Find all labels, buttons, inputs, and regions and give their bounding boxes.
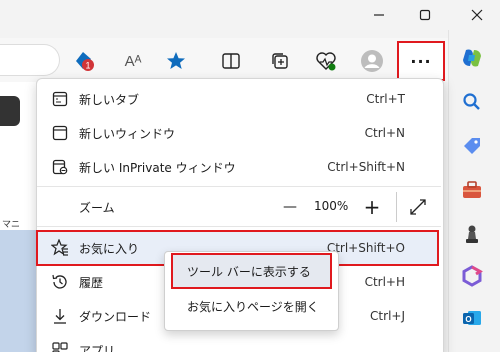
search-icon: [463, 93, 480, 110]
games-button[interactable]: [458, 220, 486, 248]
page-text-fragment: マニ: [2, 220, 21, 230]
menu-item-label: 履歴: [79, 275, 104, 290]
outlook-button[interactable]: O: [458, 304, 486, 332]
shopping-tag-icon: [464, 138, 480, 154]
badge-count: 1: [85, 61, 90, 71]
collections-icon: [272, 53, 288, 69]
menu-item-shortcut: Ctrl+N: [364, 126, 405, 140]
fullscreen-icon: [410, 199, 426, 215]
submenu-item-open-favorites-page[interactable]: お気に入りページを開く: [187, 298, 319, 315]
new-tab-icon: [49, 88, 71, 110]
microsoft365-icon: [462, 265, 483, 287]
menu-item-new-tab[interactable]: 新しいタブ Ctrl+T: [37, 82, 441, 116]
read-aloud-icon: Aᴬ: [124, 52, 142, 70]
menu-item-shortcut: Ctrl+T: [366, 92, 405, 106]
fullscreen-button[interactable]: [407, 196, 429, 218]
copilot-button[interactable]: [458, 44, 486, 72]
profile-button[interactable]: [359, 48, 385, 74]
menu-item-label: お気に入り: [79, 241, 140, 256]
new-window-icon: [49, 122, 71, 144]
games-icon: [466, 225, 478, 243]
menu-item-shortcut: Ctrl+H: [364, 275, 405, 289]
tools-button[interactable]: [458, 176, 486, 204]
title-bar: [0, 0, 500, 30]
microsoft365-button[interactable]: [458, 262, 486, 290]
zoom-in-button[interactable]: +: [362, 195, 382, 219]
menu-divider: [37, 186, 441, 187]
collections-button[interactable]: [267, 48, 293, 74]
page-banner: [0, 230, 36, 352]
menu-divider: [37, 226, 441, 227]
split-screen-icon: [222, 53, 240, 69]
menu-item-new-window[interactable]: 新しいウィンドウ Ctrl+N: [37, 116, 441, 150]
read-aloud-button[interactable]: Aᴬ: [120, 48, 146, 74]
profile-avatar-icon: [361, 50, 383, 72]
minimize-button[interactable]: [356, 0, 402, 30]
zoom-in-icon: +: [363, 195, 381, 219]
shopping-button[interactable]: [458, 132, 486, 160]
menu-item-label: ダウンロード: [79, 309, 152, 324]
extension-badge-icon: 1: [76, 52, 94, 71]
close-button[interactable]: [454, 0, 500, 30]
split-screen-button[interactable]: [218, 48, 244, 74]
favorite-star-icon: [167, 52, 185, 69]
menu-item-label: 新しい InPrivate ウィンドウ: [79, 160, 236, 175]
favorite-this-page-button[interactable]: [163, 48, 189, 74]
download-icon: [49, 305, 71, 327]
menu-item-label: アプリ: [79, 343, 116, 352]
zoom-out-button[interactable]: —: [280, 197, 300, 217]
sidebar-search-button[interactable]: [458, 88, 486, 116]
favorites-icon: [49, 237, 71, 259]
browser-essentials-button[interactable]: [313, 48, 339, 74]
minimize-icon: [374, 14, 384, 16]
address-bar[interactable]: [0, 44, 60, 76]
close-icon: [471, 9, 483, 21]
more-options-icon: ···: [410, 51, 432, 71]
maximize-button[interactable]: [402, 0, 448, 30]
zoom-label: ズーム: [79, 200, 115, 215]
zoom-level: 100%: [314, 199, 349, 213]
settings-and-more-button[interactable]: ···: [397, 41, 445, 81]
maximize-icon: [419, 9, 431, 21]
menu-item-new-inprivate-window[interactable]: 新しい InPrivate ウィンドウ Ctrl+Shift+N: [37, 150, 441, 184]
browser-essentials-icon: [316, 52, 336, 71]
menu-item-shortcut: Ctrl+J: [370, 309, 405, 323]
menu-item-shortcut: Ctrl+Shift+N: [327, 160, 405, 174]
zoom-out-icon: —: [283, 199, 297, 215]
inprivate-icon: [49, 156, 71, 178]
menu-item-apps[interactable]: アプリ: [37, 333, 441, 352]
submenu-item-show-in-toolbar[interactable]: ツール バーに表示する: [187, 263, 311, 280]
svg-text:O: O: [465, 315, 471, 324]
page-element: [0, 96, 20, 126]
extension-button[interactable]: 1: [72, 48, 98, 74]
menu-item-label: 新しいウィンドウ: [79, 126, 176, 141]
history-icon: [49, 271, 71, 293]
outlook-icon: O: [463, 311, 481, 325]
menu-item-label: 新しいタブ: [79, 92, 140, 107]
tools-icon: [463, 181, 481, 198]
apps-icon: [49, 339, 71, 352]
zoom-separator: [396, 192, 397, 222]
copilot-icon: [463, 49, 481, 67]
